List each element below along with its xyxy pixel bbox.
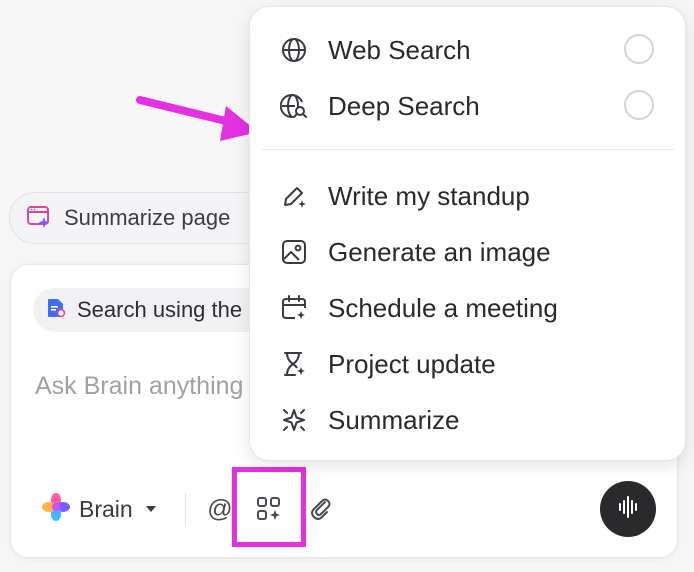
menu-divider xyxy=(262,149,674,150)
menu-item-deep-search[interactable]: Deep Search xyxy=(250,81,685,129)
hourglass-icon xyxy=(280,350,308,378)
brain-label: Brain xyxy=(79,495,133,522)
sparkle-icon xyxy=(280,406,308,434)
globe-icon xyxy=(280,36,308,64)
project-update-label: Project update xyxy=(328,349,496,379)
globe-search-icon xyxy=(279,92,308,120)
menu-item-schedule-meeting[interactable]: Schedule a meeting xyxy=(250,283,685,331)
web-search-radio[interactable] xyxy=(624,34,654,64)
summarize-page-label: Summarize page xyxy=(64,205,231,230)
brain-logo-icon xyxy=(41,492,71,527)
doc-search-icon xyxy=(45,297,67,324)
toolbar-divider xyxy=(185,493,186,525)
caret-down-icon xyxy=(145,500,157,518)
at-icon: @ xyxy=(207,494,233,523)
generate-image-label: Generate an image xyxy=(328,237,551,267)
menu-item-write-standup[interactable]: Write my standup xyxy=(250,171,685,219)
web-search-label: Web Search xyxy=(328,35,471,65)
audio-waveform-icon xyxy=(615,494,641,525)
menu-item-web-search[interactable]: Web Search xyxy=(250,25,685,73)
tools-menu: Web Search Deep Search Write my standup xyxy=(249,6,686,461)
write-standup-label: Write my standup xyxy=(328,181,530,211)
menu-item-project-update[interactable]: Project update xyxy=(250,339,685,387)
apps-button-highlight xyxy=(232,467,306,547)
schedule-meeting-label: Schedule a meeting xyxy=(328,293,558,323)
pen-sparkle-icon xyxy=(280,182,308,210)
brain-model-selector[interactable]: Brain xyxy=(41,492,157,526)
deep-search-label: Deep Search xyxy=(328,91,480,121)
browser-sparkle-icon xyxy=(26,203,52,234)
deep-search-radio[interactable] xyxy=(624,90,654,120)
menu-item-generate-image[interactable]: Generate an image xyxy=(250,227,685,275)
attach-button[interactable] xyxy=(307,495,335,523)
menu-item-summarize[interactable]: Summarize xyxy=(250,395,685,443)
search-using-label: Search using the xyxy=(77,297,243,322)
paperclip-icon xyxy=(307,498,335,527)
voice-input-button[interactable] xyxy=(600,481,656,537)
summarize-label: Summarize xyxy=(328,405,460,435)
image-icon xyxy=(280,238,308,266)
calendar-icon xyxy=(280,294,308,322)
mention-button[interactable]: @ xyxy=(206,495,234,523)
